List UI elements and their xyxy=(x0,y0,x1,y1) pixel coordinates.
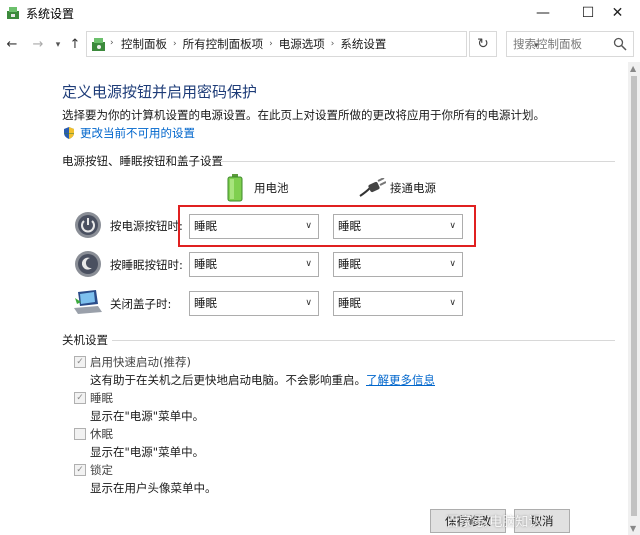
title-bar: 系统设置 — ☐ ✕ xyxy=(0,0,640,26)
learn-more-link[interactable]: 了解更多信息 xyxy=(366,373,435,387)
change-settings-link[interactable]: 更改当前不可用的设置 xyxy=(62,125,195,141)
control-panel-icon xyxy=(7,7,19,19)
power-plug-icon xyxy=(359,178,386,197)
sleep-button-icon xyxy=(75,251,101,277)
shutdown-section-label: 关机设置 xyxy=(62,333,108,347)
address-box[interactable]: › 控制面板 › 所有控制面板项 › 电源选项 › 系统设置 ▾ xyxy=(86,31,539,57)
breadcrumb-item[interactable]: 所有控制面板项 xyxy=(183,36,264,52)
breadcrumb-separator-icon[interactable]: › xyxy=(331,39,335,49)
minimize-button[interactable]: — xyxy=(520,0,566,26)
breadcrumb: 控制面板 › 所有控制面板项 › 电源选项 › 系统设置 xyxy=(121,32,386,56)
content-area: 定义电源按钮并启用密码保护 选择要为你的计算机设置的电源设置。在此页上对设置所做… xyxy=(0,62,640,535)
checkbox-unchecked-icon[interactable] xyxy=(74,428,86,440)
refresh-icon: ↻ xyxy=(477,36,489,52)
uac-shield-icon xyxy=(64,127,74,139)
close-lid-battery-select[interactable]: 睡眠 ∨ xyxy=(189,291,319,316)
search-icon[interactable] xyxy=(613,37,627,51)
plugged-column-label: 接通电源 xyxy=(390,181,436,195)
checkbox-checked-icon[interactable]: ✓ xyxy=(74,464,86,476)
power-button-icon xyxy=(75,212,101,238)
scroll-down-icon[interactable]: ▼ xyxy=(630,524,636,533)
description-text: 这有助于在关机之后更快地启动电脑。不会影响重启。 xyxy=(90,373,366,387)
power-section-label: 电源按钮、睡眠按钮和盖子设置 xyxy=(62,154,223,168)
sleep-button-plugged-select[interactable]: 睡眠 ∨ xyxy=(333,252,463,277)
section-divider xyxy=(220,161,615,162)
select-value: 睡眠 xyxy=(338,257,361,271)
up-arrow-icon[interactable]: ↑ xyxy=(67,37,83,53)
battery-icon xyxy=(227,174,243,202)
scrollbar-thumb[interactable] xyxy=(631,76,637,516)
breadcrumb-item[interactable]: 电源选项 xyxy=(279,36,325,52)
chevron-down-icon: ∨ xyxy=(305,298,312,308)
breadcrumb-root-chevron-icon[interactable]: › xyxy=(110,38,114,48)
hibernate-description: 显示在"电源"菜单中。 xyxy=(90,445,205,459)
sleep-button-row-label: 按睡眠按钮时: xyxy=(110,258,183,272)
refresh-button[interactable]: ↻ xyxy=(469,31,497,57)
page-title: 定义电源按钮并启用密码保护 xyxy=(62,83,258,101)
address-bar: ← → ▾ ↑ › 控制面板 › 所有控制面板项 › 电源选项 › 系统设置 ▾… xyxy=(0,28,640,62)
close-lid-row-label: 关闭盖子时: xyxy=(110,297,172,311)
fast-startup-description: 这有助于在关机之后更快地启动电脑。不会影响重启。了解更多信息 xyxy=(90,372,435,388)
checkbox-checked-icon[interactable]: ✓ xyxy=(74,392,86,404)
checkbox-label: 启用快速启动(推荐) xyxy=(90,355,191,369)
chevron-down-icon: ∨ xyxy=(449,259,456,269)
scroll-up-icon[interactable]: ▲ xyxy=(630,64,636,73)
recent-locations-chevron-icon[interactable]: ▾ xyxy=(50,37,66,53)
checkbox-label: 睡眠 xyxy=(90,391,113,405)
sleep-checkbox[interactable]: ✓ 睡眠 xyxy=(74,390,113,406)
breadcrumb-separator-icon[interactable]: › xyxy=(269,39,273,49)
breadcrumb-item[interactable]: 系统设置 xyxy=(340,36,386,52)
change-settings-label: 更改当前不可用的设置 xyxy=(80,126,195,140)
lock-description: 显示在用户头像菜单中。 xyxy=(90,481,217,495)
watermark: 百家号/电脑知识 xyxy=(446,515,542,530)
lock-checkbox[interactable]: ✓ 锁定 xyxy=(74,462,113,478)
close-lid-plugged-select[interactable]: 睡眠 ∨ xyxy=(333,291,463,316)
sleep-button-battery-select[interactable]: 睡眠 ∨ xyxy=(189,252,319,277)
plugged-column-header: 接通电源 xyxy=(358,178,436,198)
checkbox-label: 锁定 xyxy=(90,463,113,477)
breadcrumb-separator-icon[interactable]: › xyxy=(173,39,177,49)
fast-startup-checkbox[interactable]: ✓ 启用快速启动(推荐) xyxy=(74,354,191,370)
search-box[interactable] xyxy=(506,31,634,57)
vertical-scrollbar[interactable]: ▲ ▼ xyxy=(628,62,640,535)
checkbox-checked-icon[interactable]: ✓ xyxy=(74,356,86,368)
window-title: 系统设置 xyxy=(26,7,75,21)
laptop-lid-icon xyxy=(74,290,102,314)
search-input[interactable] xyxy=(507,32,611,56)
select-value: 睡眠 xyxy=(194,257,217,271)
chevron-down-icon: ∨ xyxy=(305,259,312,269)
chevron-down-icon: ∨ xyxy=(449,298,456,308)
back-arrow-icon[interactable]: ← xyxy=(4,37,20,53)
breadcrumb-item[interactable]: 控制面板 xyxy=(121,36,167,52)
sleep-description: 显示在"电源"菜单中。 xyxy=(90,409,205,423)
select-value: 睡眠 xyxy=(194,296,217,310)
control-panel-location-icon xyxy=(92,38,105,51)
battery-column-header: 用电池 xyxy=(226,174,289,202)
hibernate-checkbox[interactable]: 休眠 xyxy=(74,426,113,442)
close-button[interactable]: ✕ xyxy=(595,0,640,26)
page-description: 选择要为你的计算机设置的电源设置。在此页上对设置所做的更改将应用于你所有的电源计… xyxy=(62,108,545,122)
checkbox-label: 休眠 xyxy=(90,427,113,441)
battery-column-label: 用电池 xyxy=(254,181,289,195)
forward-arrow-icon[interactable]: → xyxy=(30,37,46,53)
highlight-box xyxy=(178,205,476,247)
power-button-row-label: 按电源按钮时: xyxy=(110,219,183,233)
select-value: 睡眠 xyxy=(338,296,361,310)
section-divider xyxy=(112,340,615,341)
